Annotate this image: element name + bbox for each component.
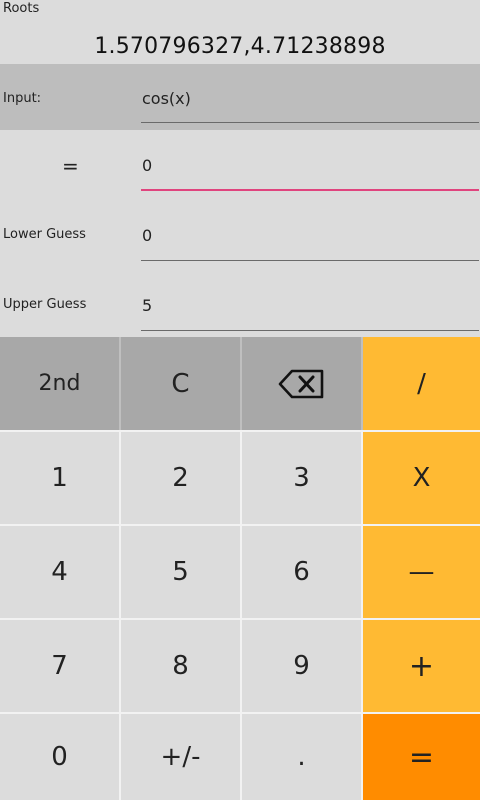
equals-label: = — [62, 154, 79, 178]
digit-4-button[interactable]: 4 — [0, 526, 119, 618]
plus-minus-button[interactable]: +/- — [121, 714, 240, 800]
upper-guess-underline — [141, 330, 479, 331]
input-field-value: cos(x) — [142, 89, 191, 108]
digit-0-button[interactable]: 0 — [0, 714, 119, 800]
mode-title: Roots — [3, 1, 40, 16]
clear-button[interactable]: C — [121, 337, 240, 430]
digit-2-button[interactable]: 2 — [121, 432, 240, 524]
backspace-icon — [278, 368, 326, 400]
second-function-button[interactable]: 2nd — [0, 337, 119, 430]
upper-guess-row: Upper Guess 5 — [0, 270, 480, 337]
upper-guess-field[interactable]: 5 — [141, 295, 479, 333]
upper-guess-value: 5 — [142, 296, 153, 315]
keypad: 2nd C / 1 2 3 X 4 5 6 — 7 8 9 + 0 +/- . — [0, 337, 480, 800]
equals-button[interactable]: = — [363, 714, 480, 800]
upper-guess-label: Upper Guess — [3, 297, 87, 312]
equals-field-value: 0 — [142, 156, 153, 175]
lower-guess-underline — [141, 260, 479, 261]
input-label: Input: — [3, 91, 42, 106]
input-row: Input: cos(x) — [0, 64, 480, 130]
equals-field-underline — [141, 189, 479, 191]
digit-8-button[interactable]: 8 — [121, 620, 240, 712]
digit-3-button[interactable]: 3 — [242, 432, 361, 524]
digit-6-button[interactable]: 6 — [242, 526, 361, 618]
result-display: 1.570796327,4.71238898 — [94, 34, 386, 59]
multiply-button[interactable]: X — [363, 432, 480, 524]
digit-9-button[interactable]: 9 — [242, 620, 361, 712]
plus-button[interactable]: + — [363, 620, 480, 712]
equals-row: = 0 — [0, 130, 480, 200]
input-field-underline — [141, 122, 479, 123]
minus-button[interactable]: — — [363, 526, 480, 618]
lower-guess-label: Lower Guess — [3, 227, 86, 242]
lower-guess-field[interactable]: 0 — [141, 225, 479, 263]
digit-1-button[interactable]: 1 — [0, 432, 119, 524]
backspace-button[interactable] — [242, 337, 361, 430]
lower-guess-row: Lower Guess 0 — [0, 200, 480, 270]
divide-button[interactable]: / — [363, 337, 480, 430]
header: Roots 1.570796327,4.71238898 — [0, 0, 480, 64]
input-field[interactable]: cos(x) — [141, 86, 479, 124]
digit-7-button[interactable]: 7 — [0, 620, 119, 712]
digit-5-button[interactable]: 5 — [121, 526, 240, 618]
equals-field[interactable]: 0 — [141, 154, 479, 192]
lower-guess-value: 0 — [142, 226, 153, 245]
decimal-button[interactable]: . — [242, 714, 361, 800]
